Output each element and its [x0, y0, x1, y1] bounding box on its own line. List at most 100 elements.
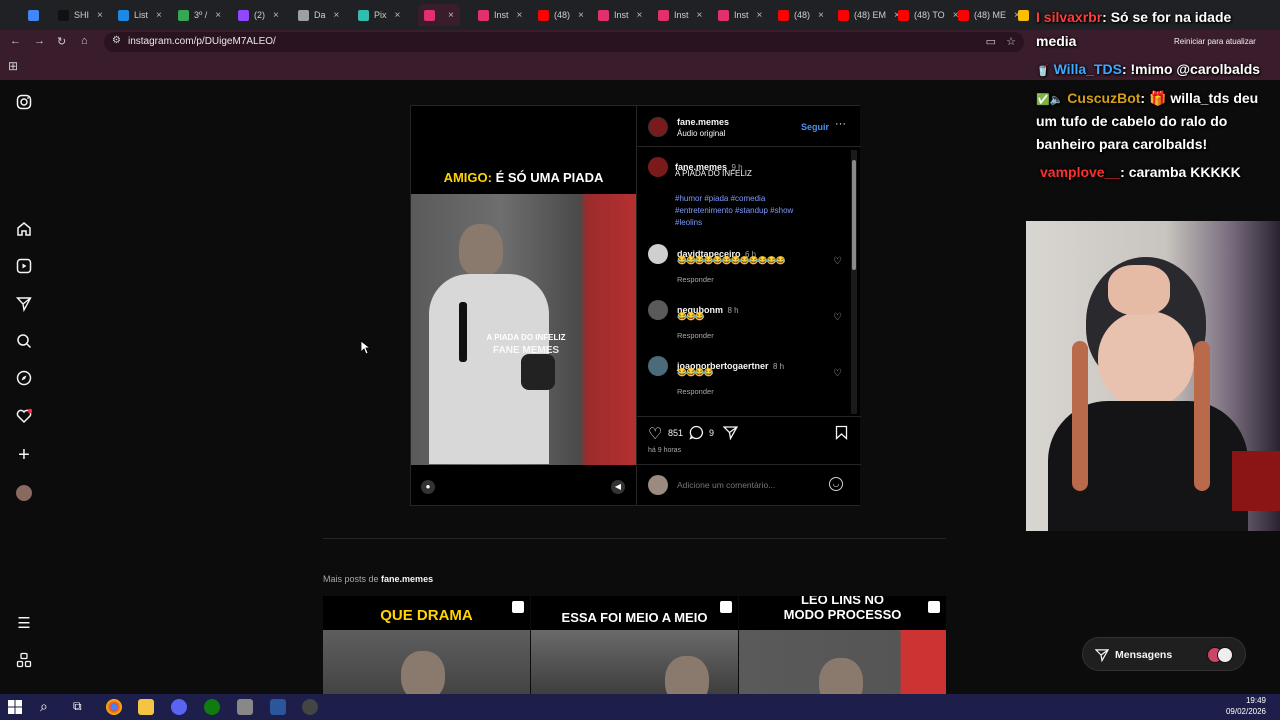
tab-favicon-icon [778, 9, 789, 21]
author-username[interactable]: fane.memes [677, 117, 729, 127]
browser-tab[interactable]: (48) TO × [898, 4, 959, 26]
save-icon[interactable] [835, 425, 848, 445]
obs-icon[interactable] [302, 699, 318, 715]
tab-close-icon[interactable]: × [697, 10, 703, 21]
scrollbar-thumb[interactable] [852, 160, 856, 270]
hashtags-line3[interactable]: #leolins [675, 217, 793, 229]
search-icon[interactable] [14, 333, 34, 353]
word-icon[interactable] [270, 699, 286, 715]
video-player[interactable]: AMIGO: É SÓ UMA PIADA A PIADA DO INFELIZ… [411, 106, 636, 505]
instagram-logo-icon[interactable] [14, 94, 34, 114]
like-comment-icon[interactable]: ♡ [833, 256, 842, 267]
like-comment-icon[interactable]: ♡ [833, 368, 842, 379]
tagged-users-icon[interactable]: ● [421, 480, 435, 494]
home-icon[interactable] [14, 221, 34, 241]
profile-avatar[interactable] [14, 483, 34, 503]
messages-button[interactable]: Mensagens [1082, 637, 1246, 671]
tab-close-icon[interactable]: × [395, 10, 401, 21]
browser-tab[interactable]: (2) × [238, 4, 279, 26]
browser-tab[interactable]: (48) × [538, 4, 584, 26]
hashtags-line1[interactable]: #humor #piada #comedia [675, 193, 793, 205]
browser-tab[interactable]: (48) × [778, 4, 824, 26]
browser-tab[interactable]: Inst × [658, 4, 702, 26]
browser-tab[interactable]: Inst × [598, 4, 642, 26]
browser-tab[interactable] [28, 4, 44, 26]
restart-update-button[interactable]: Reiniciar para atualizar [1174, 37, 1256, 46]
chrome-taskbar-icon[interactable] [106, 699, 122, 715]
comments-scrollbar[interactable] [851, 150, 857, 414]
bookmark-star-icon[interactable]: ☆ [1006, 35, 1016, 48]
discord-icon[interactable] [171, 699, 187, 715]
browser-tab[interactable]: List × [118, 4, 162, 26]
browser-tab[interactable]: Inst × [478, 4, 522, 26]
browser-tab[interactable] [1018, 4, 1034, 26]
browser-tab[interactable]: SHI × [58, 4, 103, 26]
messages-icon[interactable] [14, 296, 34, 316]
back-icon[interactable]: ← [10, 35, 21, 47]
file-explorer-icon[interactable] [138, 699, 154, 715]
reply-button[interactable]: Responder [677, 387, 714, 396]
tab-close-icon[interactable]: × [448, 10, 454, 21]
more-icon[interactable] [14, 652, 34, 672]
hashtags-line2[interactable]: #entretenimento #standup #show [675, 205, 793, 217]
post-thumbnail[interactable]: ESSA FOI MEIO A MEIO [531, 596, 738, 694]
author-avatar[interactable] [648, 117, 668, 137]
clock-time[interactable]: 19:49 [1230, 696, 1266, 705]
caption-avatar[interactable] [648, 157, 668, 177]
site-info-icon[interactable]: ⚙ [112, 35, 121, 46]
windows-start-icon[interactable] [8, 700, 22, 719]
browser-tab[interactable]: Da × [298, 4, 339, 26]
emoji-icon[interactable]: ◡ [829, 477, 843, 491]
reply-button[interactable]: Responder [677, 275, 714, 284]
comment-avatar[interactable] [648, 300, 668, 320]
post-thumbnail[interactable]: LEO LINS NO MODO PROCESSO [739, 596, 946, 694]
tab-close-icon[interactable]: × [97, 10, 103, 21]
browser-tab[interactable]: Inst × [718, 4, 762, 26]
tab-close-icon[interactable]: × [578, 10, 584, 21]
comment-icon[interactable] [689, 425, 704, 445]
browser-tab[interactable]: (48) EM × [838, 4, 900, 26]
notifications-icon[interactable] [14, 408, 34, 428]
comment-avatar[interactable] [648, 244, 668, 264]
address-bar[interactable]: ⚙ instagram.com/p/DUigeM7ALEO/ ▭ ☆ [104, 32, 1024, 52]
audio-label[interactable]: Áudio original [677, 129, 725, 138]
tab-close-icon[interactable]: × [818, 10, 824, 21]
browser-tab[interactable]: 3º / × [178, 4, 221, 26]
more-posts-username[interactable]: fane.memes [381, 574, 433, 584]
tab-close-icon[interactable]: × [517, 10, 523, 21]
reels-icon[interactable] [14, 258, 34, 278]
more-options-icon[interactable]: ··· [835, 118, 846, 130]
home-browser-icon[interactable]: ⌂ [81, 35, 88, 47]
menu-icon[interactable]: ☰ [14, 614, 34, 634]
comment-avatar[interactable] [648, 356, 668, 376]
browser-tab[interactable]: × [418, 4, 460, 26]
reload-icon[interactable]: ↻ [57, 35, 66, 48]
post-thumbnail[interactable]: QUE DRAMA [323, 596, 530, 694]
apps-grid-icon[interactable]: ⊞ [8, 59, 18, 73]
browser-tab[interactable]: (48) ME × [958, 4, 1020, 26]
tab-close-icon[interactable]: × [273, 10, 279, 21]
tab-close-icon[interactable]: × [334, 10, 340, 21]
create-icon[interactable]: + [14, 445, 34, 465]
tab-close-icon[interactable]: × [757, 10, 763, 21]
task-view-icon[interactable]: ⧉ [73, 699, 82, 714]
forward-icon[interactable]: → [34, 35, 45, 47]
mute-icon[interactable]: ◀ [611, 480, 625, 494]
follow-button[interactable]: Seguir [801, 122, 829, 132]
tab-close-icon[interactable]: × [637, 10, 643, 21]
share-icon[interactable] [722, 425, 739, 445]
clock-date[interactable]: 09/02/2026 [1222, 707, 1266, 716]
like-count[interactable]: 851 [668, 428, 683, 438]
like-icon[interactable]: ♡ [648, 424, 662, 444]
vpn-shield-icon[interactable] [237, 699, 253, 715]
tab-close-icon[interactable]: × [156, 10, 162, 21]
xbox-icon[interactable] [204, 699, 220, 715]
install-icon[interactable]: ▭ [986, 35, 996, 48]
browser-tab[interactable]: Pix × [358, 4, 400, 26]
add-comment-input[interactable] [677, 478, 817, 492]
reply-button[interactable]: Responder [677, 331, 714, 340]
tab-close-icon[interactable]: × [215, 10, 221, 21]
taskbar-search-icon[interactable]: ⌕ [40, 698, 48, 715]
like-comment-icon[interactable]: ♡ [833, 312, 842, 323]
explore-icon[interactable] [14, 370, 34, 390]
